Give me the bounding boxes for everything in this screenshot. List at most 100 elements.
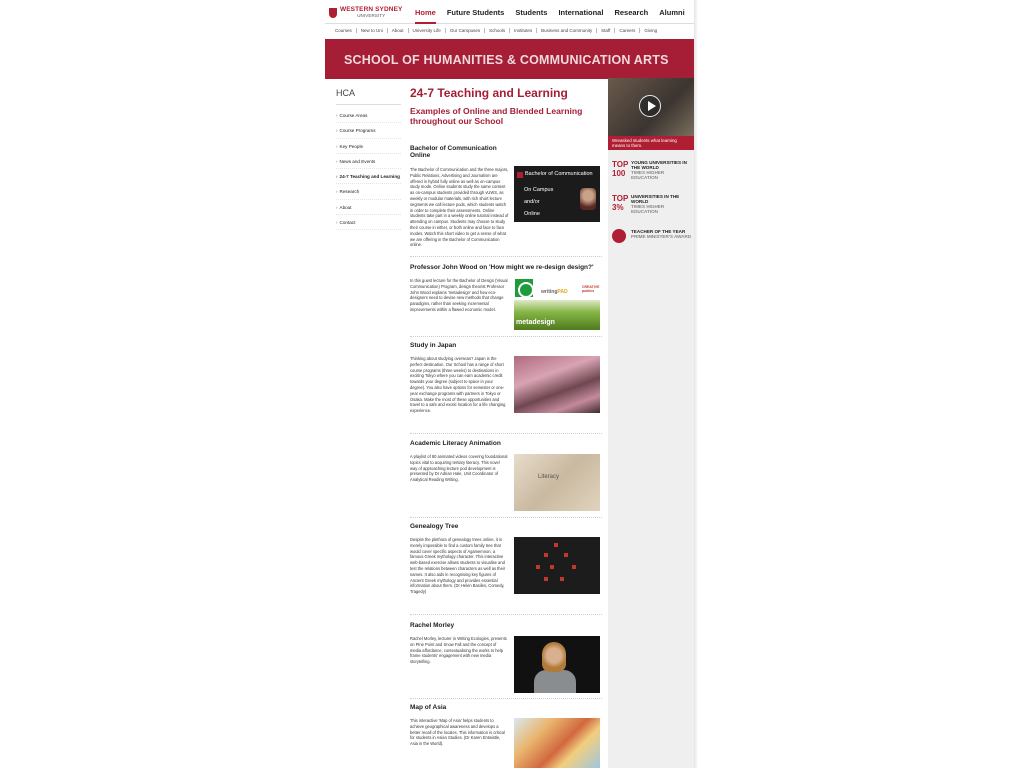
subnav-business-community[interactable]: Business and Community <box>537 28 598 33</box>
video-thumbnail-literacy[interactable]: Literacy <box>514 454 600 511</box>
chevron-right-icon: › <box>336 204 338 210</box>
divider <box>410 698 602 699</box>
presenter-image <box>580 188 596 210</box>
section-body: In this guest lecture for the Bachelor o… <box>410 278 508 312</box>
section-title: Academic Literacy Animation <box>410 440 501 447</box>
subnav-new-to-uni[interactable]: New to Uni <box>357 28 388 33</box>
sidebar-item-key-people[interactable]: › Key People <box>336 139 401 154</box>
divider <box>410 614 602 615</box>
section-map-asia: Map of Asia This interactive 'Map of Asi… <box>410 704 602 768</box>
section-academic-literacy: Academic Literacy Animation A playlist o… <box>410 440 602 511</box>
award-line2: PRIME MINISTER'S AWARD <box>631 234 692 239</box>
thumb-label: metadesign <box>516 319 555 326</box>
section-genealogy-tree: Genealogy Tree Despite the plethora of g… <box>410 523 602 594</box>
top-bar: WESTERN SYDNEY UNIVERSITY Home Future St… <box>325 0 694 24</box>
nav-future-students[interactable]: Future Students <box>447 8 505 24</box>
page-title: 24-7 Teaching and Learning <box>410 86 568 100</box>
nav-students[interactable]: Students <box>515 8 547 24</box>
sidebar-item-label: Research <box>339 189 360 195</box>
nav-home[interactable]: Home <box>415 8 436 24</box>
nav-research[interactable]: Research <box>614 8 648 24</box>
video-thumbnail-morley[interactable] <box>514 636 600 693</box>
subnav-courses[interactable]: Courses <box>331 28 357 33</box>
sidebar-title[interactable]: HCA <box>336 88 401 105</box>
subnav-university-life[interactable]: University Life <box>409 28 446 33</box>
nav-alumni[interactable]: Alumni <box>659 8 684 24</box>
writingpad-logo: writing <box>541 289 558 295</box>
video-thumbnail-bachelor[interactable]: Bachelor of Communication On Campus and/… <box>514 166 600 222</box>
university-logo[interactable]: WESTERN SYDNEY UNIVERSITY <box>329 6 403 19</box>
video-thumbnail-metadesign[interactable]: writingPAD CREATIVE publics metadesign <box>514 278 600 334</box>
main-content: 24-7 Teaching and Learning Examples of O… <box>410 86 602 768</box>
sidebar: HCA › Course Areas › Course Programs › Key … <box>336 88 401 231</box>
promo-video[interactable] <box>608 78 694 136</box>
section-title: Bachelor of Communication Online <box>410 145 497 159</box>
nav-international[interactable]: International <box>558 8 603 24</box>
section-title: Rachel Morley <box>410 622 455 629</box>
subnav-schools[interactable]: Schools <box>485 28 511 33</box>
section-bachelor-communication: Bachelor of Communication Online The Bac… <box>410 145 602 247</box>
thumb-line: Online <box>524 211 540 217</box>
play-icon[interactable] <box>639 95 661 117</box>
thumb-line: On Campus <box>524 187 554 193</box>
award-line2: TIMES HIGHER EDUCATION <box>631 170 665 180</box>
sidebar-item-teaching-learning[interactable]: › 24-7 Teaching and Learning <box>336 169 401 185</box>
award-line2: TIMES HIGHER EDUCATION <box>631 204 665 214</box>
thumb-title: Bachelor of Communication <box>525 171 593 177</box>
image-genealogy-tree[interactable] <box>514 537 600 594</box>
chevron-right-icon: › <box>336 189 338 195</box>
sidebar-item-course-areas[interactable]: › Course Areas <box>336 108 401 124</box>
award-line1: YOUNG UNIVERSITIES IN THE WORLD <box>631 160 687 170</box>
image-japan-blossoms[interactable] <box>514 356 600 413</box>
logo-icon <box>517 172 523 178</box>
section-title: Professor John Wood on 'How might we re-… <box>410 264 594 271</box>
section-study-japan: Study in Japan Thinking about studying o… <box>410 342 602 413</box>
sidebar-item-label: Course Programs <box>339 128 376 134</box>
sidebar-item-about[interactable]: › About <box>336 200 401 216</box>
section-john-wood: Professor John Wood on 'How might we re-… <box>410 264 602 334</box>
page: WESTERN SYDNEY UNIVERSITY Home Future St… <box>325 0 694 768</box>
creative-publics-logo: CREATIVE publics <box>582 285 600 293</box>
thumb-line: and/or <box>524 199 540 205</box>
sidebar-item-research[interactable]: › Research <box>336 184 401 200</box>
sidebar-item-label: News and Events <box>339 158 376 164</box>
sidebar-item-news-events[interactable]: › News and Events <box>336 154 401 170</box>
award-top-3: TOP 3% UNIVERSITIES IN THE WORLD TIMES H… <box>612 194 692 214</box>
subnav-staff[interactable]: Staff <box>597 28 616 33</box>
subnav-about[interactable]: About <box>388 28 409 33</box>
shield-icon <box>329 8 337 18</box>
chevron-right-icon: › <box>336 143 338 149</box>
section-body: A playlist of 80 animated videos coverin… <box>410 454 508 483</box>
section-title: Study in Japan <box>410 342 457 349</box>
sidebar-item-label: Contact <box>339 220 356 226</box>
divider <box>410 256 602 257</box>
writingpad-logo-suffix: PAD <box>557 289 568 295</box>
section-body: Despite the plethora of genealogy trees … <box>410 537 506 595</box>
section-body: The Bachelor of Communication and the th… <box>410 167 509 248</box>
ribbon-icon <box>612 229 626 243</box>
page-shadow <box>694 0 698 768</box>
metadesign-logo-icon <box>515 279 534 298</box>
presenter-image <box>542 642 566 672</box>
subnav-our-campuses[interactable]: Our Campuses <box>446 28 486 33</box>
subnav-giving[interactable]: Giving <box>640 28 661 33</box>
divider <box>410 433 602 434</box>
logo-sub: UNIVERSITY <box>357 13 386 18</box>
thumb-label: Literacy <box>538 474 560 480</box>
video-caption: Wreasked students what learning means to… <box>608 136 694 150</box>
section-title: Map of Asia <box>410 704 447 711</box>
sidebar-item-course-programs[interactable]: › Course Programs <box>336 123 401 139</box>
sidebar-item-label: 24-7 Teaching and Learning <box>339 174 400 180</box>
logo-name: WESTERN SYDNEY <box>340 6 403 13</box>
sidebar-item-label: About <box>339 204 352 210</box>
chevron-right-icon: › <box>336 113 338 118</box>
sidebar-item-label: Course Areas <box>339 113 368 118</box>
school-banner: SCHOOL OF HUMANITIES & COMMUNICATION ART… <box>325 39 694 79</box>
chevron-right-icon: › <box>336 158 338 164</box>
section-body: Rachel Morley, lecturer in Writing Ecolo… <box>410 636 507 665</box>
award-top-100: TOP 100 YOUNG UNIVERSITIES IN THE WORLD … <box>612 160 692 180</box>
subnav-careers[interactable]: Careers <box>615 28 641 33</box>
image-map-asia[interactable] <box>514 718 600 768</box>
sidebar-item-contact[interactable]: › Contact <box>336 215 401 231</box>
subnav-institutes[interactable]: Institutes <box>510 28 538 33</box>
